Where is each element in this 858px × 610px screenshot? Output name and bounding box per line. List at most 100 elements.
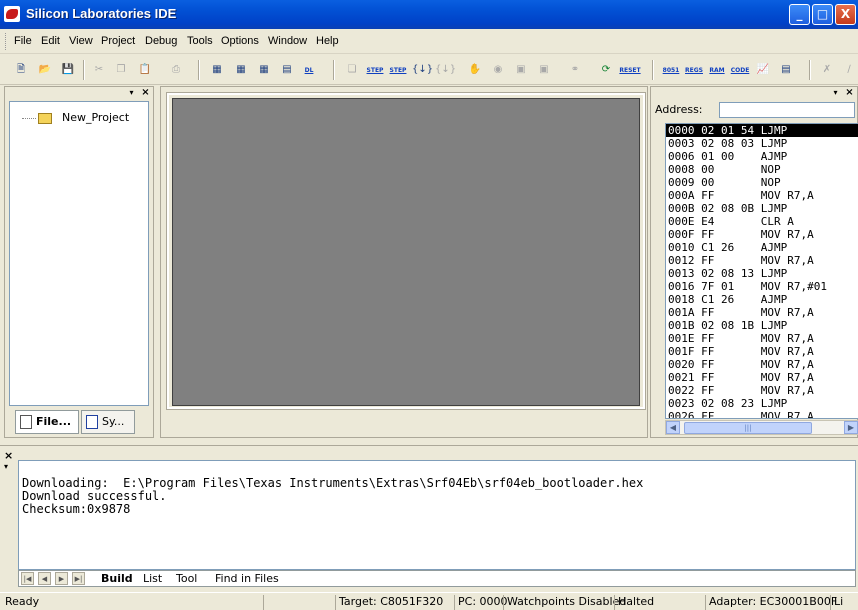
rebuild-icon[interactable]: ▦ xyxy=(255,61,273,79)
close-button[interactable]: X xyxy=(835,4,856,25)
disassembly-row[interactable]: 0022 FF MOV R7,A xyxy=(666,384,858,397)
code-label: CODE xyxy=(730,67,750,74)
stop-icon[interactable]: ▣ xyxy=(512,61,530,79)
disassembly-row[interactable]: 0018 C1 26 AJMP xyxy=(666,293,858,306)
menu-edit[interactable]: Edit xyxy=(41,35,60,47)
disassembly-row[interactable]: 000F FF MOV R7,A xyxy=(666,228,858,241)
disassembly-row[interactable]: 001B 02 08 1B LJMP xyxy=(666,319,858,332)
panel-menu-icon[interactable]: ▾ xyxy=(126,88,137,99)
step-out-icon[interactable]: {↓} xyxy=(412,61,433,79)
disassembly-row[interactable]: 0020 FF MOV R7,A xyxy=(666,358,858,371)
cut-icon[interactable]: ✂ xyxy=(90,61,108,79)
batch-build-icon[interactable]: ▤ xyxy=(278,61,296,79)
horizontal-scrollbar[interactable]: ◀ ||| ▶ xyxy=(665,420,858,435)
ram-window-button[interactable]: RAM xyxy=(707,61,727,79)
disassembly-row[interactable]: 0000 02 01 54 LJMP xyxy=(666,124,858,137)
chart-icon[interactable]: 📈 xyxy=(754,61,772,79)
tab-symbols[interactable]: Sy... xyxy=(81,410,135,434)
build-icon[interactable]: ▦ xyxy=(232,61,250,79)
tool-icon[interactable]: ✗ xyxy=(818,61,836,79)
output-close-icon[interactable]: × xyxy=(4,449,13,462)
toolbar-separator xyxy=(809,60,811,80)
editor-background xyxy=(172,98,640,406)
new-file-icon[interactable]: 🗎 xyxy=(12,61,30,79)
prev-tab-icon[interactable]: ◀ xyxy=(38,572,51,585)
download-label: DL xyxy=(304,67,314,74)
panel-close-icon[interactable]: × xyxy=(140,88,151,99)
minimize-button[interactable]: _ xyxy=(789,4,810,25)
open-folder-icon[interactable]: 📂 xyxy=(36,61,54,79)
regs-label: REGS xyxy=(685,67,703,74)
reset-button[interactable]: RESET xyxy=(619,61,641,79)
menu-debug[interactable]: Debug xyxy=(145,35,177,47)
tab-files[interactable]: File... xyxy=(15,410,79,434)
disassembly-row[interactable]: 0012 FF MOV R7,A xyxy=(666,254,858,267)
output-dock-icon[interactable]: ▾ xyxy=(4,462,8,471)
scroll-left-icon[interactable]: ◀ xyxy=(666,421,680,434)
first-tab-icon[interactable]: |◀ xyxy=(21,572,34,585)
output-tabs: |◀ ◀ ▶ ▶| Build List Tool Find in Files xyxy=(18,570,856,587)
disassembly-row[interactable]: 001F FF MOV R7,A xyxy=(666,345,858,358)
menu-project[interactable]: Project xyxy=(101,35,135,47)
disassembly-row[interactable]: 0010 C1 26 AJMP xyxy=(666,241,858,254)
tab-list[interactable]: List xyxy=(139,571,166,587)
breakpoint-icon[interactable]: ◉ xyxy=(489,61,507,79)
disassembly-row[interactable]: 0006 01 00 AJMP xyxy=(666,150,858,163)
disassembly-row[interactable]: 0016 7F 01 MOV R7,#01 xyxy=(666,280,858,293)
tab-find-in-files[interactable]: Find in Files xyxy=(211,571,283,587)
menu-view[interactable]: View xyxy=(69,35,93,47)
disassembly-row[interactable]: 0026 FF MOV R7,A xyxy=(666,410,858,418)
disassembly-row[interactable]: 000B 02 08 0B LJMP xyxy=(666,202,858,215)
download-icon[interactable]: DL xyxy=(300,61,318,79)
tool-icon[interactable]: ∕ xyxy=(840,61,858,79)
tab-build[interactable]: Build xyxy=(97,571,137,587)
output-panel: × ▾ Downloading: E:\Program Files\Texas … xyxy=(0,445,858,590)
step-icon[interactable]: STEP xyxy=(366,61,384,79)
disassembly-row[interactable]: 0013 02 08 13 LJMP xyxy=(666,267,858,280)
last-tab-icon[interactable]: ▶| xyxy=(72,572,85,585)
menu-window[interactable]: Window xyxy=(268,35,307,47)
disassembly-row[interactable]: 0009 00 NOP xyxy=(666,176,858,189)
status-target: Target: C8051F320 xyxy=(335,595,443,610)
print-icon[interactable]: ⎙ xyxy=(167,61,185,79)
regs-window-button[interactable]: REGS xyxy=(684,61,704,79)
menu-tools[interactable]: Tools xyxy=(187,35,213,47)
next-tab-icon[interactable]: ▶ xyxy=(55,572,68,585)
scroll-right-icon[interactable]: ▶ xyxy=(844,421,858,434)
copy-icon[interactable]: ❐ xyxy=(112,61,130,79)
disassembly-icon[interactable]: ▤ xyxy=(777,61,795,79)
disassembly-row[interactable]: 0023 02 08 23 LJMP xyxy=(666,397,858,410)
menu-options[interactable]: Options xyxy=(221,35,259,47)
go-icon[interactable]: ❏ xyxy=(343,61,361,79)
disassembly-row[interactable]: 0021 FF MOV R7,A xyxy=(666,371,858,384)
disassembly-row[interactable]: 001A FF MOV R7,A xyxy=(666,306,858,319)
tab-tool[interactable]: Tool xyxy=(172,571,201,587)
paste-icon[interactable]: 📋 xyxy=(136,61,154,79)
disassembly-row[interactable]: 000A FF MOV R7,A xyxy=(666,189,858,202)
disassembly-row[interactable]: 000E E4 CLR A xyxy=(666,215,858,228)
disassembly-list[interactable]: 0000 02 01 54 LJMP 0003 02 08 03 LJMP 0006… xyxy=(665,123,858,419)
8051-window-button[interactable]: 8051 xyxy=(661,61,681,79)
panel-close-icon[interactable]: × xyxy=(844,88,855,99)
run-to-cursor-icon[interactable]: {↓} xyxy=(435,61,456,79)
file-icon xyxy=(20,415,32,429)
panel-menu-icon[interactable]: ▾ xyxy=(830,88,841,99)
project-tree-item[interactable]: New_Project xyxy=(62,111,129,124)
menu-help[interactable]: Help xyxy=(316,35,339,47)
disassembly-row[interactable]: 0003 02 08 03 LJMP xyxy=(666,137,858,150)
halt-icon[interactable]: ▣ xyxy=(535,61,553,79)
maximize-button[interactable]: □ xyxy=(812,4,833,25)
address-input[interactable] xyxy=(719,102,855,118)
watch-icon[interactable]: ⚭ xyxy=(566,61,584,79)
step-over-icon[interactable]: STEP xyxy=(389,61,407,79)
disassembly-row[interactable]: 0008 00 NOP xyxy=(666,163,858,176)
menu-file[interactable]: File xyxy=(14,35,32,47)
hand-icon[interactable]: ✋ xyxy=(466,61,484,79)
refresh-icon[interactable]: ⟳ xyxy=(597,61,615,79)
scroll-thumb[interactable]: ||| xyxy=(684,422,812,434)
status-pc: PC: 0000 xyxy=(454,595,508,610)
code-window-button[interactable]: CODE xyxy=(730,61,750,79)
save-icon[interactable]: 💾 xyxy=(59,61,77,79)
disassembly-row[interactable]: 001E FF MOV R7,A xyxy=(666,332,858,345)
compile-icon[interactable]: ▦ xyxy=(208,61,226,79)
